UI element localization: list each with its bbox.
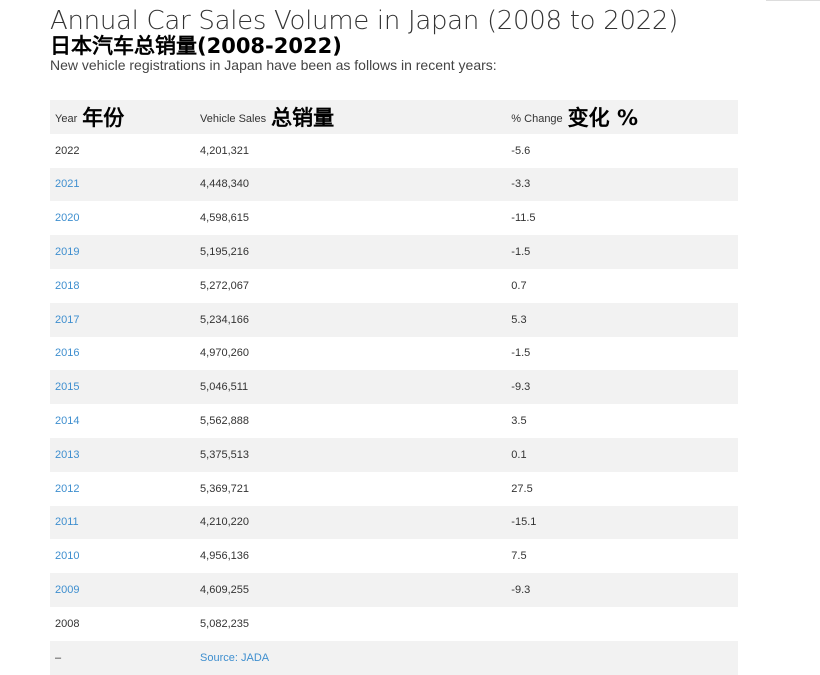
source-link[interactable]: Source: JADA (200, 652, 269, 664)
cell-percent-change: -1.5 (511, 246, 531, 259)
table-footer-row: – Source: JADA (50, 640, 738, 675)
header-year-chinese: 年份 (82, 105, 125, 130)
cell-percent-change: -15.1 (511, 516, 537, 529)
table-body: 2022 4,201,321 -5.6 2021 4,448,340 -3.3 2020 4,… (50, 133, 738, 675)
cell-percent-change: -5.6 (511, 144, 531, 157)
year-text: 2022 (55, 144, 80, 157)
table-row: 2019 5,195,216 -1.5 (50, 235, 738, 269)
cell-year[interactable]: 2009 (50, 573, 195, 607)
table-row: 2009 4,609,255 -9.3 (50, 573, 738, 607)
table-row: 2010 4,956,136 7.5 (50, 539, 738, 574)
cell-vehicle-sales: 4,448,340 (200, 178, 249, 191)
table-row: 2011 4,210,220 -15.1 (50, 505, 738, 540)
cell-percent-change: 7.5 (511, 550, 527, 563)
cell-percent-change: -3.3 (511, 178, 531, 191)
cell-percent-change: 5.3 (511, 313, 527, 326)
cell-vehicle-sales: 4,598,615 (200, 212, 249, 225)
year-link[interactable]: 2011 (55, 516, 79, 528)
cell-year: 2022 (50, 134, 195, 168)
year-link[interactable]: 2013 (55, 449, 79, 461)
footer-empty-cell (506, 641, 738, 675)
cell-year[interactable]: 2020 (50, 201, 195, 235)
table-row: 2020 4,598,615 -11.5 (50, 201, 738, 236)
cell-percent-change: 27.5 (511, 482, 533, 495)
cell-vehicle-sales: 4,970,260 (200, 347, 249, 360)
header-sales-label: Vehicle Sales (200, 112, 267, 125)
cell-vehicle-sales: 5,272,067 (200, 279, 249, 292)
header-year: Year 年份 (50, 100, 195, 134)
footer-source-cell[interactable]: Source: JADA (195, 641, 506, 675)
cell-percent-change: 0.7 (511, 279, 527, 292)
year-link[interactable]: 2017 (55, 314, 79, 326)
cell-vehicle-sales: 5,375,513 (200, 448, 249, 461)
cell-year[interactable]: 2016 (50, 337, 195, 371)
table-row: 2008 5,082,235 (50, 606, 738, 641)
header-vehicle-sales: Vehicle Sales 总销量 (195, 100, 506, 134)
year-link[interactable]: 2012 (55, 483, 79, 495)
cell-percent-change: -9.3 (511, 381, 531, 394)
cell-year[interactable]: 2021 (50, 168, 195, 202)
table-row: 2012 5,369,721 27.5 (50, 471, 738, 506)
header-percent-change: % Change 变化 % (506, 100, 738, 134)
cell-vehicle-sales: 5,195,216 (200, 246, 249, 259)
cell-percent-change: 0.1 (511, 448, 527, 461)
header-sales-chinese: 总销量 (271, 105, 335, 130)
cell-percent-change: -11.5 (511, 212, 536, 225)
year-link[interactable]: 2010 (55, 550, 79, 562)
header-change-chinese: 变化 % (567, 105, 639, 130)
table-row: 2014 5,562,888 3.5 (50, 404, 738, 438)
cell-year[interactable]: 2014 (50, 404, 195, 438)
cell-vehicle-sales: 4,956,136 (200, 550, 249, 563)
cell-percent-change: -1.5 (511, 347, 531, 360)
table-row: 2013 5,375,513 0.1 (50, 437, 738, 472)
footer-dash: – (55, 651, 62, 664)
header-year-label: Year (55, 112, 78, 125)
cell-year[interactable]: 2017 (50, 303, 195, 337)
cell-vehicle-sales: 5,234,166 (200, 313, 249, 326)
cell-vehicle-sales: 5,046,511 (200, 381, 249, 394)
cell-vehicle-sales: 5,562,888 (200, 415, 249, 428)
table-row: 2022 4,201,321 -5.6 (50, 133, 738, 168)
cell-year[interactable]: 2019 (50, 235, 195, 269)
cell-vehicle-sales: 4,201,321 (200, 144, 249, 157)
year-link[interactable]: 2015 (55, 381, 79, 393)
table-row: 2018 5,272,067 0.7 (50, 268, 738, 303)
table-header-row: Year 年份 Vehicle Sales 总销量 % Change 变化 % (50, 100, 738, 134)
cell-year[interactable]: 2018 (50, 269, 195, 303)
table-row: 2016 4,970,260 -1.5 (50, 336, 738, 371)
chinese-page-title: 日本汽车总销量(2008-2022) (50, 34, 342, 58)
header-change-label: % Change (511, 112, 563, 125)
cell-year[interactable]: 2013 (50, 438, 195, 472)
cell-year[interactable]: 2010 (50, 539, 195, 573)
cell-year: 2008 (50, 607, 195, 641)
table-row: 2015 5,046,511 -9.3 (50, 370, 738, 405)
sales-table: Year 年份 Vehicle Sales 总销量 % Change 变化 % 202… (50, 100, 738, 675)
cell-vehicle-sales: 4,210,220 (200, 516, 249, 529)
year-link[interactable]: 2014 (55, 415, 79, 427)
top-right-divider (766, 0, 820, 1)
cell-year[interactable]: 2012 (50, 472, 195, 506)
year-link[interactable]: 2018 (55, 280, 79, 292)
cell-percent-change (506, 607, 738, 641)
year-link[interactable]: 2009 (55, 584, 79, 596)
cell-year[interactable]: 2011 (50, 506, 195, 540)
year-text: 2008 (55, 617, 80, 630)
table-row: 2017 5,234,166 5.3 (50, 302, 738, 337)
table-row: 2021 4,448,340 -3.3 (50, 167, 738, 202)
cell-vehicle-sales: 5,082,235 (200, 617, 249, 630)
year-link[interactable]: 2016 (55, 347, 79, 359)
cell-percent-change: 3.5 (511, 415, 527, 428)
year-link[interactable]: 2020 (55, 212, 79, 224)
year-link[interactable]: 2021 (55, 178, 79, 190)
cell-vehicle-sales: 4,609,255 (200, 584, 249, 597)
cell-percent-change: -9.3 (511, 584, 531, 597)
cell-vehicle-sales: 5,369,721 (200, 482, 249, 495)
year-link[interactable]: 2019 (55, 246, 79, 258)
cell-year[interactable]: 2015 (50, 370, 195, 404)
